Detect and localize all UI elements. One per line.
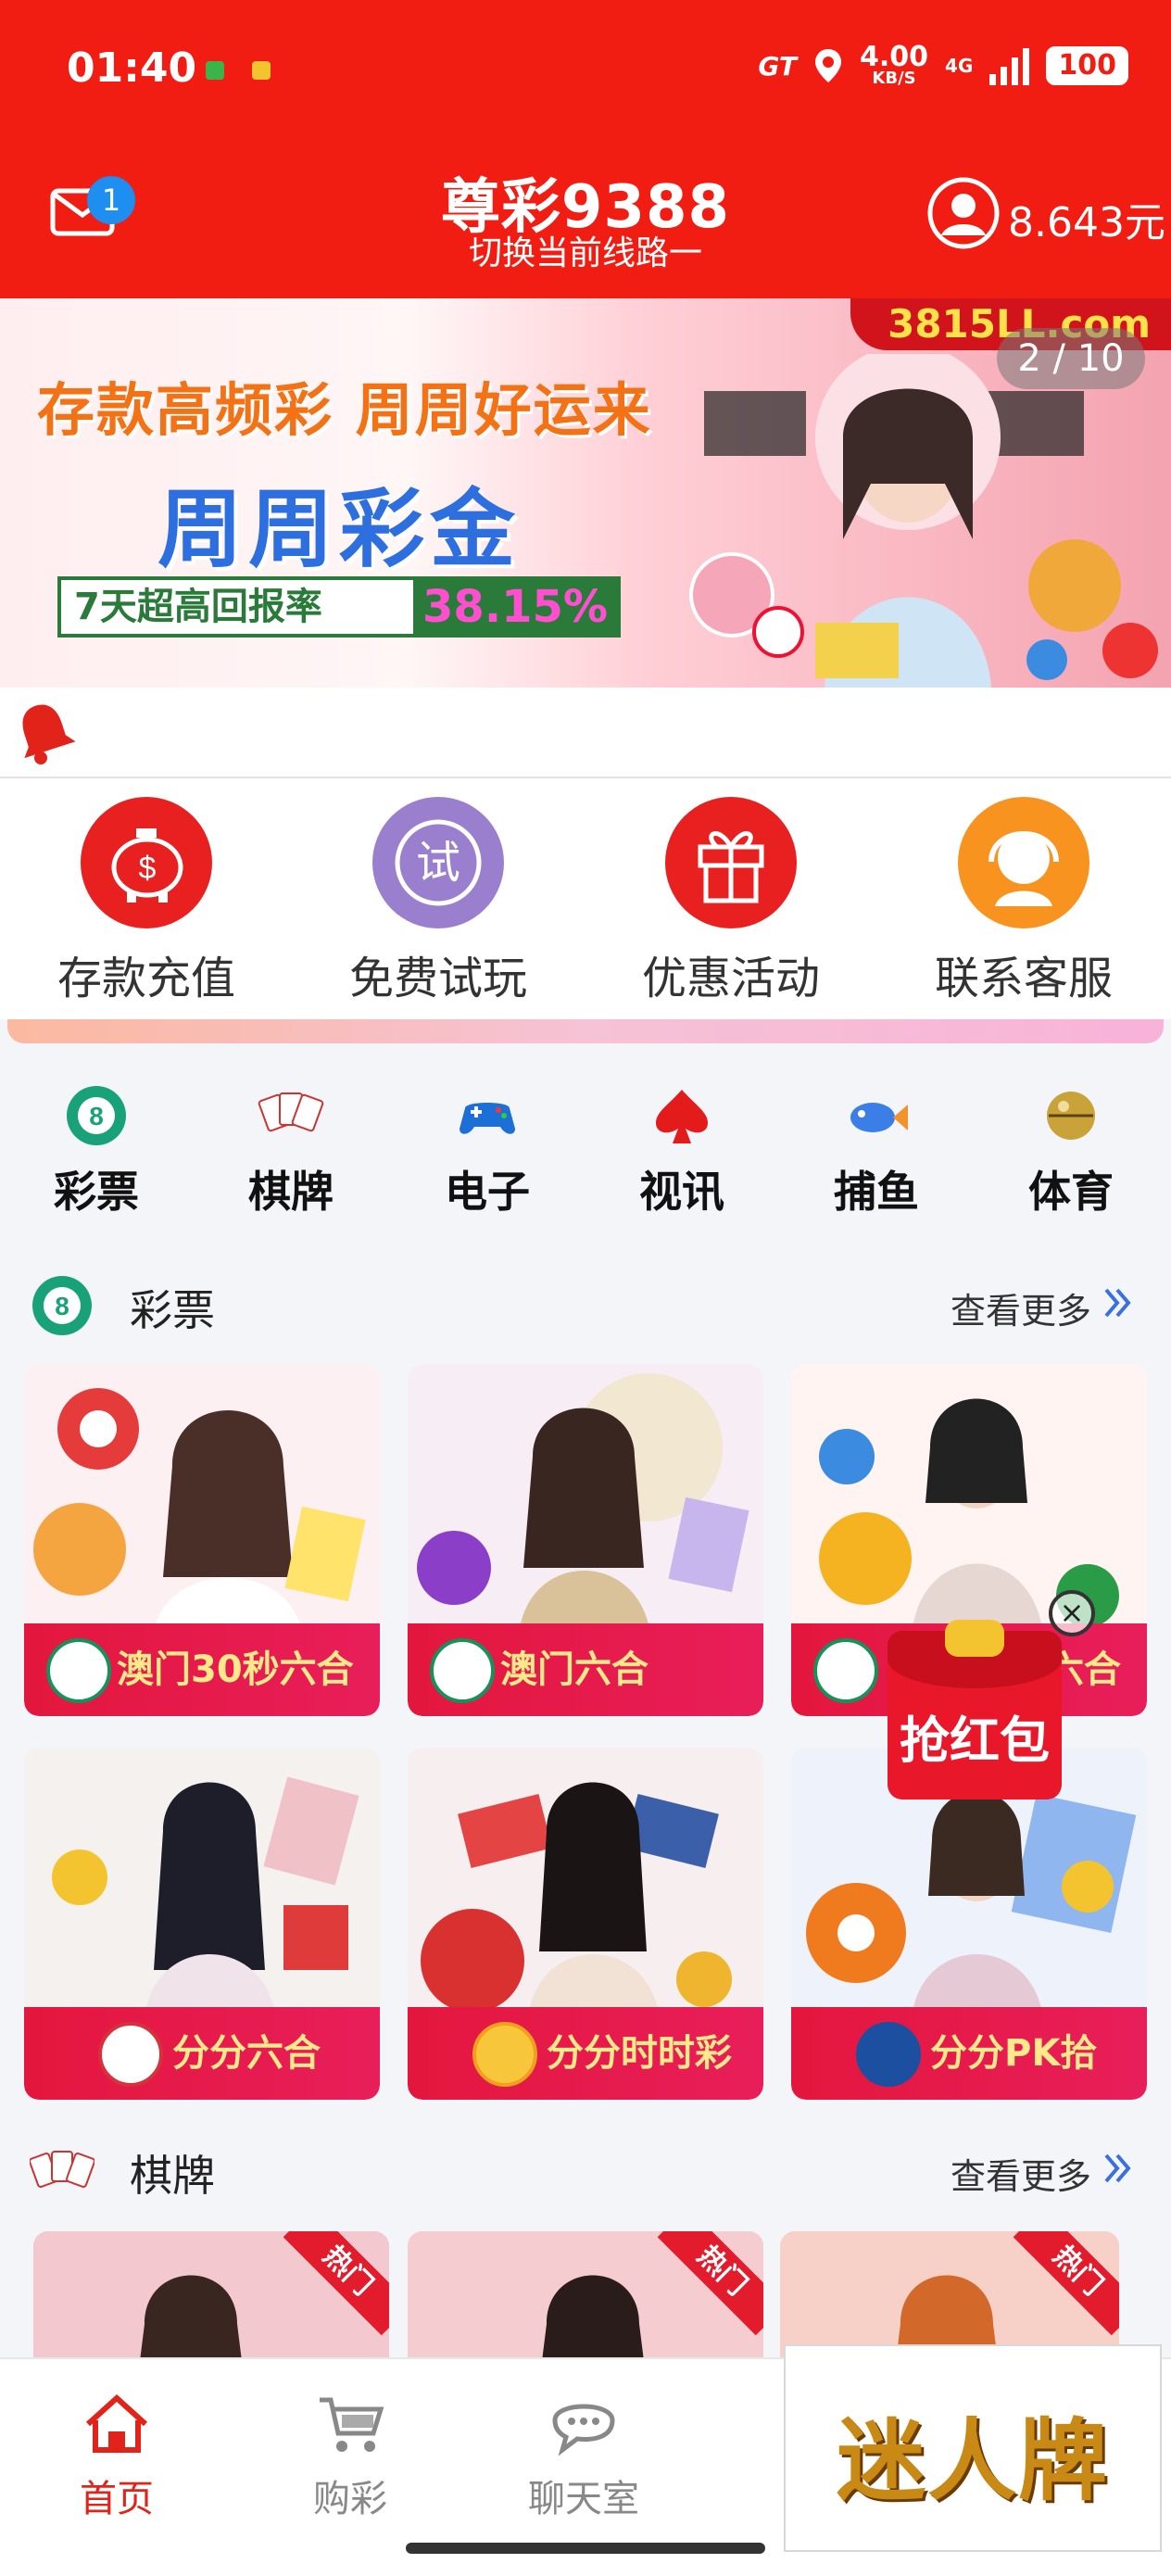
banner-headline: 存款高频彩 周周好运来	[37, 376, 652, 444]
category-live[interactable]: 视讯	[608, 1082, 756, 1219]
quick-actions: $ 存款充值 试 免费试玩 优惠活动 联系客服	[0, 778, 1171, 1019]
nav-home[interactable]: 首页	[33, 2391, 200, 2522]
network-type: 4G	[945, 55, 974, 77]
game-card-image	[408, 1748, 763, 2018]
status-bar: 01:40 GT 4.00 KB/S 4G 100	[0, 0, 1171, 139]
category-tabs: 8 彩票 棋牌 电子 视讯 捕鱼 体育	[0, 1066, 1171, 1223]
game-card-fenfen-ssc[interactable]: 分分时时彩	[408, 1748, 763, 2100]
category-sports[interactable]: 体育	[997, 1082, 1145, 1219]
chess-view-more[interactable]: 查看更多	[951, 2148, 1091, 2199]
customer-service-button[interactable]: 联系客服	[908, 797, 1140, 1006]
nav-buy-lottery[interactable]: 购彩	[267, 2391, 434, 2522]
app-header: 01:40 GT 4.00 KB/S 4G 100 1 尊彩9388 切换当前线…	[0, 0, 1171, 298]
six-mark-logo-icon	[813, 1638, 878, 1703]
red-packet-label: 抢红包	[900, 1711, 1050, 1770]
lottery-view-more[interactable]: 查看更多	[951, 1282, 1091, 1333]
game-card-image	[408, 1364, 763, 1635]
six-mark-logo-icon	[430, 1638, 495, 1703]
piggy-bank-icon: $	[81, 797, 212, 928]
game-card-fenfen-mark-six[interactable]: 分分六合	[24, 1748, 380, 2100]
six-mark-logo-icon	[46, 1638, 111, 1703]
chess-section-header: 棋牌 查看更多	[0, 2122, 1171, 2215]
category-lottery[interactable]: 8 彩票	[22, 1082, 170, 1219]
lottery-ball-icon: 8	[67, 1086, 126, 1145]
chess-game-card[interactable]: 热门	[780, 2231, 1119, 2361]
svg-text:$: $	[139, 851, 157, 886]
banner-illustration	[689, 354, 1158, 688]
pk10-logo-icon	[856, 2022, 921, 2087]
battery-indicator: 100	[1046, 46, 1128, 85]
ssc-logo-icon	[472, 2022, 537, 2087]
game-card-macau-30s[interactable]: 澳门30秒六合	[24, 1364, 380, 1716]
game-card-image	[24, 1748, 380, 2018]
banner-rate-box: 7天超高回报率 38.15%	[57, 576, 621, 638]
spade-icon	[656, 1090, 708, 1143]
game-card-macau-mark-six[interactable]: 澳门六合	[408, 1364, 763, 1716]
gamepad-icon	[460, 1103, 515, 1134]
deposit-button[interactable]: $ 存款充值	[31, 797, 262, 1006]
double-chevron-right-icon[interactable]	[1102, 1284, 1134, 1321]
user-avatar-icon[interactable]	[926, 176, 1001, 250]
double-chevron-right-icon[interactable]	[1102, 2150, 1134, 2187]
svg-text:8: 8	[55, 1292, 69, 1320]
game-card-fenfen-pk10[interactable]: 分分PK拾	[791, 1748, 1147, 2100]
lottery-section-title: 彩票	[130, 1285, 215, 1335]
chess-game-card[interactable]: 热门	[33, 2231, 389, 2361]
network-speed: 4.00 KB/S	[860, 41, 929, 88]
category-chess[interactable]: 棋牌	[217, 1082, 365, 1219]
lottery-section-header: 8 彩票 查看更多	[0, 1256, 1171, 1349]
fenfen-six-logo-icon	[98, 2022, 163, 2087]
fish-icon	[850, 1103, 908, 1132]
red-packet-close-button[interactable]: ×	[1049, 1590, 1095, 1636]
lottery-ball-icon: 8	[32, 1276, 92, 1335]
cart-icon	[320, 2397, 384, 2452]
chess-game-card[interactable]: 热门	[408, 2231, 763, 2361]
chat-icon	[552, 2404, 615, 2456]
gift-icon	[665, 797, 797, 928]
notification-icon	[206, 61, 224, 80]
bell-icon	[22, 704, 76, 764]
promo-ad-text: 迷人牌	[837, 2409, 1109, 2513]
announcement-bar[interactable]	[0, 688, 1171, 778]
promotions-button[interactable]: 优惠活动	[615, 797, 847, 1006]
location-icon	[815, 49, 841, 82]
customer-service-icon	[958, 797, 1089, 928]
status-time: 01:40	[67, 44, 197, 92]
signal-icon	[989, 46, 1030, 85]
home-indicator[interactable]	[406, 2543, 765, 2554]
category-electronic[interactable]: 电子	[413, 1082, 561, 1219]
ball-icon	[1047, 1092, 1095, 1140]
nav-chatroom[interactable]: 聊天室	[500, 2391, 667, 2522]
red-packet-button[interactable]: 抢红包	[888, 1620, 1062, 1799]
free-trial-button[interactable]: 试 免费试玩	[322, 797, 554, 1006]
status-indicators: GT 4.00 KB/S 4G 100	[758, 44, 1128, 87]
cards-icon	[258, 1092, 324, 1132]
account-balance[interactable]: 8.643元	[1008, 189, 1165, 248]
notification-icon	[252, 61, 271, 80]
game-card-image	[24, 1364, 380, 1635]
banner-rate-value: 38.15%	[413, 580, 617, 634]
gold-ingot-icon	[945, 1620, 1004, 1657]
promo-banner[interactable]: 3815LL.com 2 / 10 存款高频彩 周周好运来 周周彩金 7天超高回…	[0, 298, 1171, 688]
category-fishing[interactable]: 捕鱼	[802, 1082, 951, 1219]
cards-icon	[30, 2151, 94, 2188]
carrier-tag: GT	[758, 50, 797, 82]
banner-title: 周周彩金	[157, 480, 522, 579]
trial-icon: 试	[372, 797, 504, 928]
decorative-divider	[7, 1019, 1164, 1043]
banner-rate-label: 7天超高回报率	[74, 586, 322, 628]
promo-ad-button[interactable]: 迷人牌	[784, 2344, 1162, 2552]
home-icon	[85, 2393, 148, 2453]
chess-section-title: 棋牌	[130, 2151, 215, 2201]
svg-text:8: 8	[89, 1102, 104, 1130]
game-card-image	[791, 1364, 1147, 1635]
